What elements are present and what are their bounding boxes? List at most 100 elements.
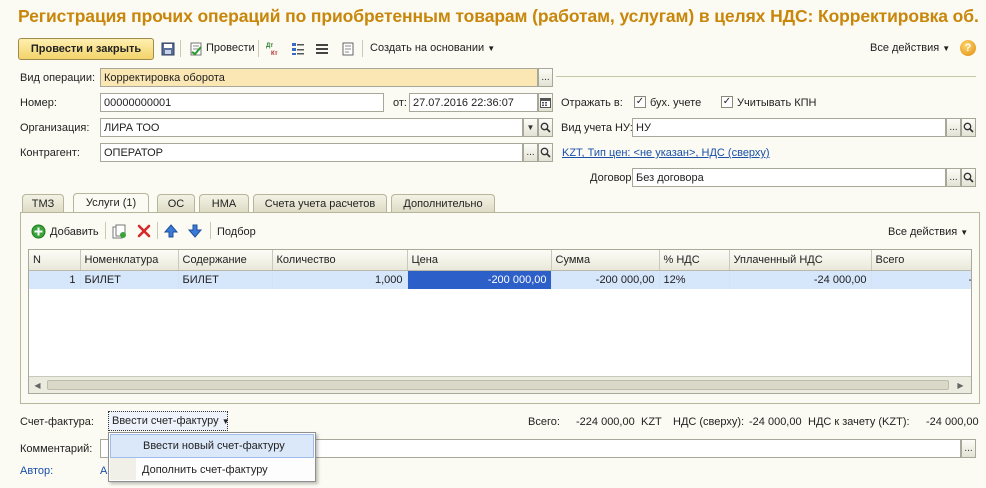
col-content[interactable]: Содержание — [178, 250, 273, 271]
chevron-down-icon: ▼ — [960, 228, 969, 237]
contract-select-button[interactable]: ... — [946, 168, 961, 187]
tab-settlement-accounts[interactable]: Счета учета расчетов — [253, 194, 387, 212]
vat-label: НДС (сверху): — [673, 416, 745, 428]
cell-sum[interactable]: -200 000,00 — [551, 270, 660, 289]
kpn-checkbox[interactable]: ✓ — [721, 96, 733, 108]
main-toolbar: Провести и закрыть Провести Дт Кт Создать… — [16, 37, 980, 61]
col-nomenclature[interactable]: Номенклатура — [80, 250, 179, 271]
table-all-actions-menu[interactable]: Все действия ▼ — [888, 226, 968, 238]
tax-type-label: Вид учета НУ: — [561, 122, 633, 134]
cell-nomenclature[interactable]: БИЛЕТ — [80, 270, 179, 289]
scroll-right-icon[interactable]: ▶ — [954, 379, 967, 391]
create-based-on-menu[interactable]: Создать на основании ▼ — [370, 42, 495, 54]
tab-nma[interactable]: НМА — [199, 194, 249, 212]
kpn-checkbox-label: Учитывать КПН — [737, 97, 817, 109]
reflect-label: Отражать в: — [561, 97, 623, 109]
organization-field[interactable]: ЛИРА ТОО — [100, 118, 523, 137]
move-up-icon[interactable] — [163, 224, 180, 240]
cell-n[interactable]: 1 — [29, 270, 81, 289]
svg-text:Дт: Дт — [266, 43, 273, 49]
invoice-dropdown-menu: Ввести новый счет-фактуру Дополнить счет… — [108, 432, 316, 482]
contractor-select-button[interactable]: ... — [523, 143, 538, 162]
svg-text:Кт: Кт — [271, 51, 278, 56]
tax-type-field[interactable]: НУ — [632, 118, 946, 137]
organization-search-icon[interactable] — [538, 118, 553, 137]
cell-vat-paid[interactable]: -24 000,00 — [729, 270, 872, 289]
tab-tmz[interactable]: ТМЗ — [22, 194, 64, 212]
contractor-field[interactable]: ОПЕРАТОР — [100, 143, 523, 162]
structure-icon[interactable] — [290, 41, 305, 56]
tab-os[interactable]: ОС — [157, 194, 195, 212]
cell-content[interactable]: БИЛЕТ — [178, 270, 273, 289]
cell-vat-rate[interactable]: 12% — [659, 270, 730, 289]
table-row[interactable]: 1 БИЛЕТ БИЛЕТ 1,000 -200 000,00 -200 000… — [29, 270, 971, 289]
add-icon[interactable] — [31, 224, 47, 240]
delete-icon[interactable] — [137, 224, 153, 240]
number-label: Номер: — [20, 97, 57, 109]
contractor-label: Контрагент: — [20, 147, 80, 159]
save-icon[interactable] — [160, 41, 175, 56]
copy-row-icon[interactable] — [112, 224, 128, 240]
menu-item-new-invoice[interactable]: Ввести новый счет-фактуру — [110, 434, 314, 458]
services-table[interactable]: N Номенклатура Содержание Количество Цен… — [28, 249, 972, 394]
col-total[interactable]: Всего — [871, 250, 971, 271]
invoice-label: Счет-фактура: — [20, 416, 94, 428]
all-actions-menu[interactable]: Все действия ▼ — [870, 42, 950, 54]
contract-search-icon[interactable] — [961, 168, 976, 187]
tax-type-search-icon[interactable] — [961, 118, 976, 137]
document-icon[interactable] — [340, 41, 355, 56]
col-vat-rate[interactable]: % НДС — [659, 250, 730, 271]
scroll-left-icon[interactable]: ◀ — [31, 379, 44, 391]
organization-dropdown-button[interactable]: ▼ — [523, 118, 538, 137]
pick-button[interactable]: Подбор — [217, 226, 256, 238]
author-value[interactable]: А — [100, 465, 107, 477]
post-button[interactable]: Провести — [206, 42, 255, 54]
col-n[interactable]: N — [29, 250, 81, 271]
add-button[interactable]: Добавить — [50, 226, 99, 238]
comment-select-button[interactable]: ... — [961, 439, 976, 458]
vat-value: -24 000,00 — [749, 416, 802, 428]
window-title: Регистрация прочих операций по приобрете… — [18, 6, 978, 26]
operation-type-label: Вид операции: — [20, 72, 96, 84]
col-sum[interactable]: Сумма — [551, 250, 660, 271]
total-label: Всего: — [528, 416, 560, 428]
contractor-search-icon[interactable] — [538, 143, 553, 162]
operation-type-select-button[interactable]: ... — [538, 68, 553, 87]
cell-quantity[interactable]: 1,000 — [272, 270, 408, 289]
list-icon[interactable] — [314, 41, 329, 56]
chevron-down-icon: ▼ — [526, 123, 535, 132]
contract-field[interactable]: Без договора — [632, 168, 946, 187]
horizontal-scrollbar[interactable]: ◀ ▶ — [29, 376, 971, 393]
enter-invoice-button[interactable]: Ввести счет-фактуру ▼ — [108, 411, 230, 431]
services-panel: Добавить Подбор Все действия ▼ N Номенкл… — [20, 212, 980, 404]
tab-services[interactable]: Услуги (1) — [73, 193, 149, 212]
cell-total[interactable]: -22 — [871, 270, 971, 289]
vat-credit-value: -24 000,00 — [926, 416, 979, 428]
col-price[interactable]: Цена — [407, 250, 552, 271]
cell-price[interactable]: -200 000,00 — [407, 270, 552, 289]
debit-credit-icon[interactable]: Дт Кт — [266, 41, 281, 56]
calendar-icon[interactable] — [538, 93, 553, 112]
author-label: Автор: — [20, 465, 54, 477]
post-icon[interactable] — [188, 41, 203, 56]
col-quantity[interactable]: Количество — [272, 250, 408, 271]
scroll-thumb[interactable] — [47, 380, 949, 390]
operation-type-field[interactable]: Корректировка оборота — [100, 68, 538, 87]
date-field[interactable]: 27.07.2016 22:36:07 — [409, 93, 538, 112]
chevron-down-icon: ▼ — [487, 44, 496, 53]
col-vat-paid[interactable]: Уплаченный НДС — [729, 250, 872, 271]
number-field[interactable]: 00000000001 — [100, 93, 384, 112]
organization-label: Организация: — [20, 122, 90, 134]
contract-label: Договор: — [590, 172, 635, 184]
tab-additional[interactable]: Дополнительно — [391, 194, 495, 212]
accounting-checkbox-label: бух. учете — [650, 97, 702, 109]
total-value: -224 000,00 — [576, 416, 635, 428]
date-label: от: — [393, 97, 407, 109]
post-and-close-button[interactable]: Провести и закрыть — [18, 38, 154, 60]
price-settings-link[interactable]: KZT, Тип цен: <не указан>, НДС (сверху) — [562, 147, 770, 159]
menu-item-supplement-invoice[interactable]: Дополнить счет-фактуру — [110, 458, 314, 482]
accounting-checkbox[interactable]: ✓ — [634, 96, 646, 108]
move-down-icon[interactable] — [187, 224, 204, 240]
help-icon[interactable]: ? — [960, 40, 976, 56]
tax-type-select-button[interactable]: ... — [946, 118, 961, 137]
